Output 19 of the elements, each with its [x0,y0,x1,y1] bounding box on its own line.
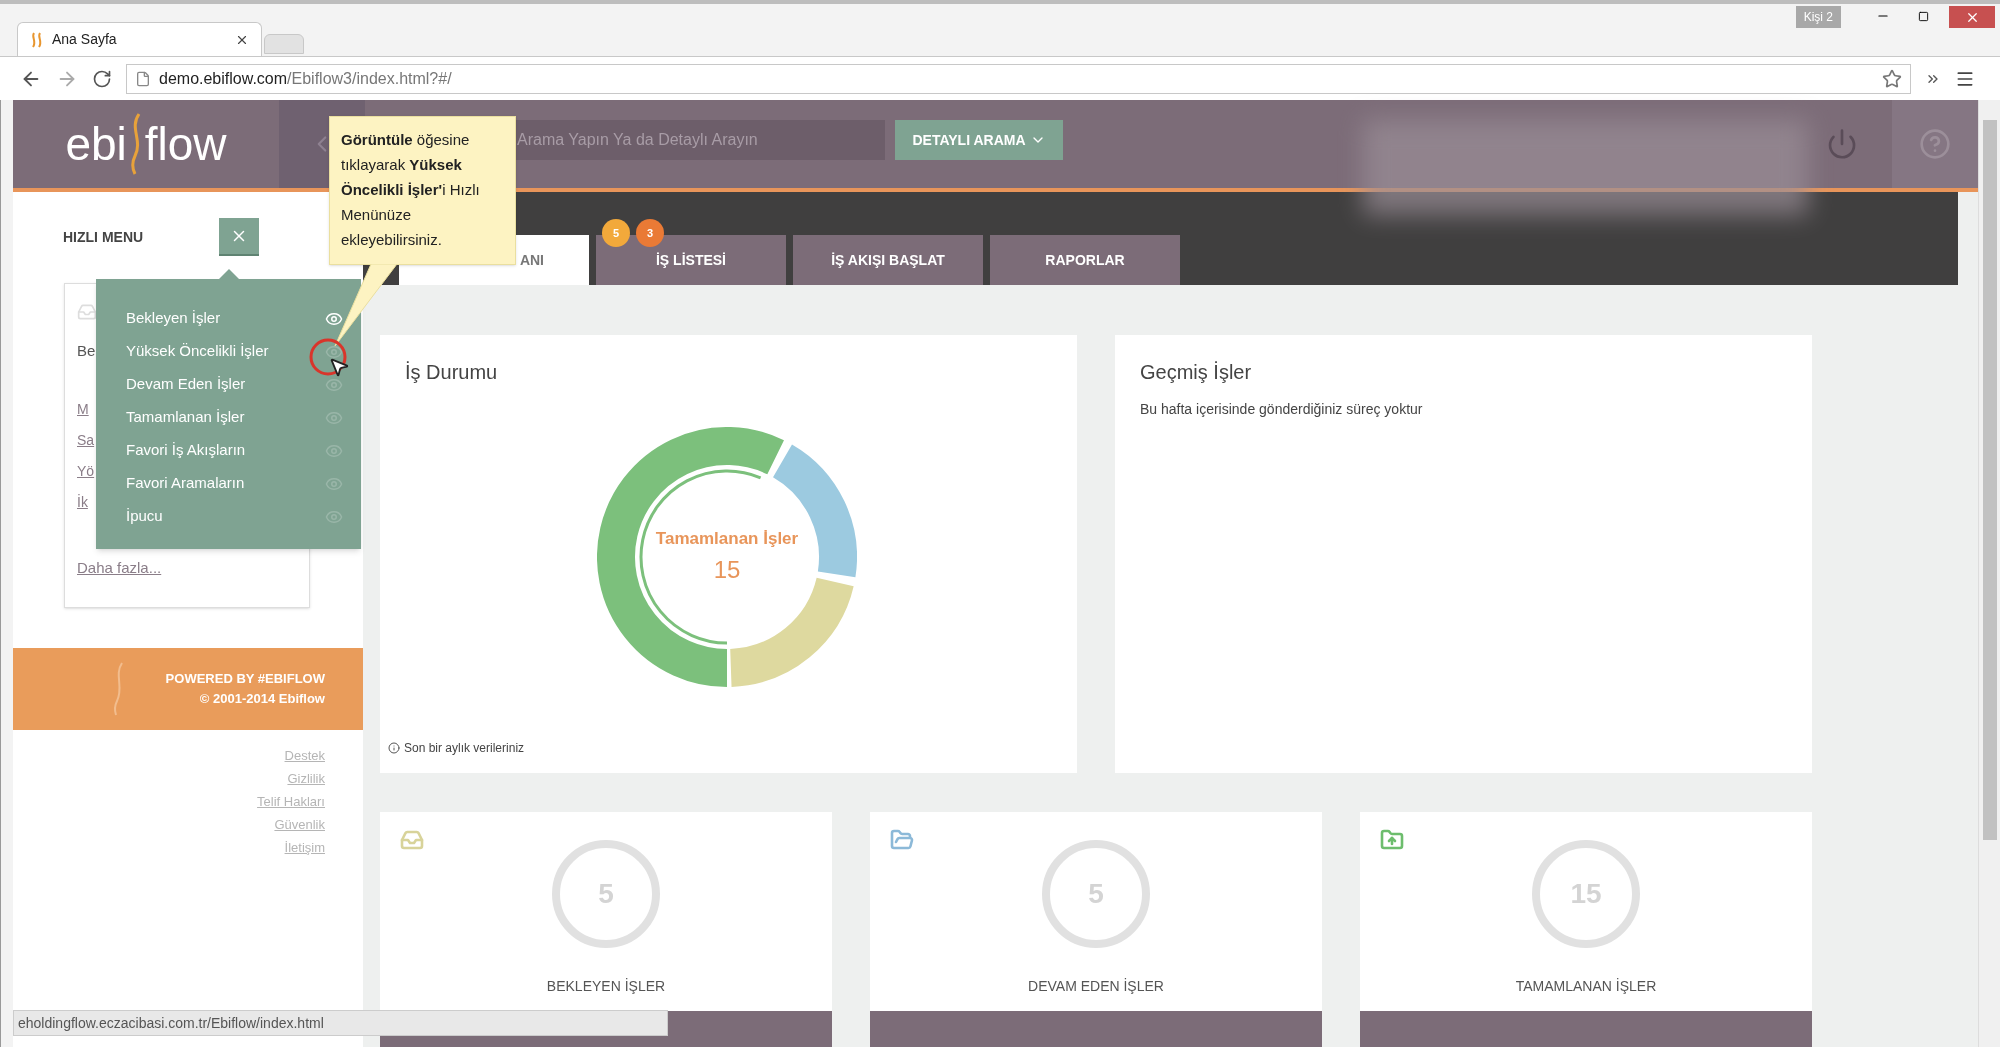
count-badge: 3 [636,219,664,247]
card-title: Geçmiş İşler [1140,360,1252,385]
card-title: İş Durumu [405,360,499,385]
summary-label: BEKLEYEN İŞLER [546,977,666,996]
powered-by-text: POWERED BY #EBIFLOW [165,670,325,688]
copyright-text: © 2001-2014 Ebiflow [199,690,325,708]
empty-message: Bu hafta içerisinde gönderdiğiniz süreç yoktur [1140,400,1423,419]
donut-center-value: 15 [713,554,741,585]
url-text: demo.ebiflow.com/Ebiflow3/index.html?#/ [159,68,453,89]
summary-label: DEVAM EDEN İŞLER [1028,977,1164,996]
count-badge: 5 [602,219,630,247]
tooltip: Görüntüle öğesine tıklayarak Yüksek Öncelikli İşler'i Hızlı Menünüze ekleyebilirsiniz. [329,116,516,265]
card-heading: Be [77,341,96,361]
quick-menu-title: HIZLI MENU [63,227,145,247]
tab-title: Ana Sayfa [52,30,118,49]
url-status-tooltip: eholdingflow.eczacibasi.com.tr/Ebiflow/index.html [13,1010,668,1036]
chart-note: Son bir aylık verileriniz [404,740,525,757]
summary-label: TAMAMLANAN İŞLER [1515,977,1657,996]
donut-center-label: Tamamlanan İşler [655,528,799,551]
